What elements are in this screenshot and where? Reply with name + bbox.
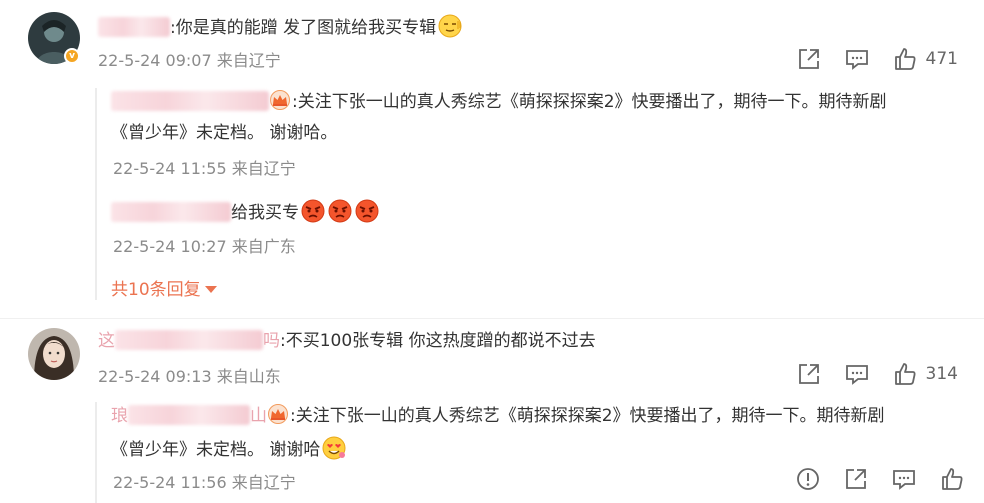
username-head[interactable]: 这 bbox=[98, 331, 115, 351]
reply-username-head[interactable]: 琅 bbox=[111, 406, 128, 426]
like-icon bbox=[894, 48, 916, 70]
comment-actions: 314 bbox=[796, 360, 958, 388]
like-count: 471 bbox=[925, 49, 958, 69]
comment-icon bbox=[845, 50, 868, 70]
comment-text-line: :你是真的能蹭 发了图就给我买专辑 bbox=[98, 13, 463, 40]
reply-1-line2: 《曾少年》未定档。 谢谢哈。 bbox=[111, 123, 338, 143]
crown-icon bbox=[270, 90, 290, 110]
like-button[interactable]: 314 bbox=[892, 361, 958, 387]
avatar[interactable] bbox=[28, 328, 80, 380]
report-button[interactable] bbox=[795, 466, 821, 492]
reply-username-tail[interactable]: 山 bbox=[250, 406, 267, 426]
reply-1-line1: 琅 山 :关注下张一山的真人秀综艺《萌探探探案2》快要播出了，期待一下。期待新剧 bbox=[111, 404, 885, 428]
share-icon bbox=[798, 49, 819, 69]
reply-1-line2: 《曾少年》未定档。 谢谢哈 bbox=[111, 435, 347, 462]
comment-meta: 22-5-24 09:07 来自辽宁 bbox=[98, 51, 281, 70]
like-icon bbox=[894, 363, 916, 385]
reply-username-blurred[interactable] bbox=[111, 202, 231, 222]
reply-1-text-2: 《曾少年》未定档。 谢谢哈 bbox=[111, 440, 321, 460]
share-button[interactable] bbox=[796, 46, 822, 72]
reply-username-blurred[interactable] bbox=[111, 91, 269, 111]
angry-emoji-icon bbox=[328, 199, 352, 223]
reply-1-text-1: :关注下张一山的真人秀综艺《萌探探探案2》快要播出了，期待一下。期待新剧 bbox=[292, 92, 887, 112]
share-icon bbox=[798, 364, 819, 384]
shy-emoji-icon bbox=[438, 14, 462, 38]
username-blurred[interactable] bbox=[115, 330, 263, 350]
angry-emoji-icon bbox=[301, 199, 325, 223]
heart-eyes-emoji-icon bbox=[322, 436, 346, 460]
share-icon bbox=[846, 469, 866, 489]
comment-icon bbox=[845, 365, 868, 385]
comment-divider bbox=[0, 318, 984, 319]
comment-text-line: 这 吗:不买100张专辑 你这热度蹭的都说不过去 bbox=[98, 329, 596, 353]
reply-1-text-1: :关注下张一山的真人秀综艺《萌探探探案2》快要播出了，期待一下。期待新剧 bbox=[290, 406, 885, 426]
report-icon bbox=[797, 468, 819, 490]
comment-actions: 471 bbox=[796, 45, 958, 73]
reply-1-meta: 22-5-24 11:55 来自辽宁 bbox=[113, 159, 296, 178]
comment-text: :不买100张专辑 你这热度蹭的都说不过去 bbox=[280, 331, 596, 351]
crown-icon bbox=[268, 404, 288, 424]
more-replies-label: 共10条回复 bbox=[111, 280, 201, 300]
reply-2-text: 给我买专 bbox=[231, 203, 299, 223]
comment-button[interactable] bbox=[844, 46, 870, 72]
reply-list: 琅 山 :关注下张一山的真人秀综艺《萌探探探案2》快要播出了，期待一下。期待新剧 《… bbox=[95, 402, 965, 503]
reply-actions bbox=[795, 466, 965, 492]
comment-text: :你是真的能蹭 发了图就给我买专辑 bbox=[170, 18, 437, 38]
like-button[interactable] bbox=[939, 466, 965, 492]
triangle-down-icon bbox=[204, 286, 217, 293]
angry-emoji-icon bbox=[355, 199, 379, 223]
comment-meta: 22-5-24 09:13 来自山东 bbox=[98, 367, 281, 386]
username-tail[interactable]: 吗 bbox=[263, 331, 280, 351]
reply-list: :关注下张一山的真人秀综艺《萌探探探案2》快要播出了，期待一下。期待新剧 《曾少… bbox=[95, 88, 965, 300]
comment-icon bbox=[893, 470, 915, 490]
like-button[interactable]: 471 bbox=[892, 46, 958, 72]
avatar-image bbox=[28, 328, 80, 380]
reply-2-line: 给我买专 bbox=[111, 198, 380, 225]
like-icon bbox=[942, 468, 963, 490]
reply-2-meta: 22-5-24 10:27 来自广东 bbox=[113, 237, 296, 256]
verified-badge-icon: v bbox=[64, 48, 80, 64]
reply-username-blurred[interactable] bbox=[128, 405, 250, 425]
username-blurred[interactable] bbox=[98, 17, 170, 37]
comment-button[interactable] bbox=[844, 361, 870, 387]
like-count: 314 bbox=[925, 364, 958, 384]
reply-1-line1: :关注下张一山的真人秀综艺《萌探探探案2》快要播出了，期待一下。期待新剧 bbox=[111, 90, 887, 114]
share-button[interactable] bbox=[843, 466, 869, 492]
more-replies-link[interactable]: 共10条回复 bbox=[111, 275, 218, 300]
comment-button[interactable] bbox=[891, 466, 917, 492]
reply-1-meta: 22-5-24 11:56 来自辽宁 bbox=[113, 473, 296, 492]
share-button[interactable] bbox=[796, 361, 822, 387]
